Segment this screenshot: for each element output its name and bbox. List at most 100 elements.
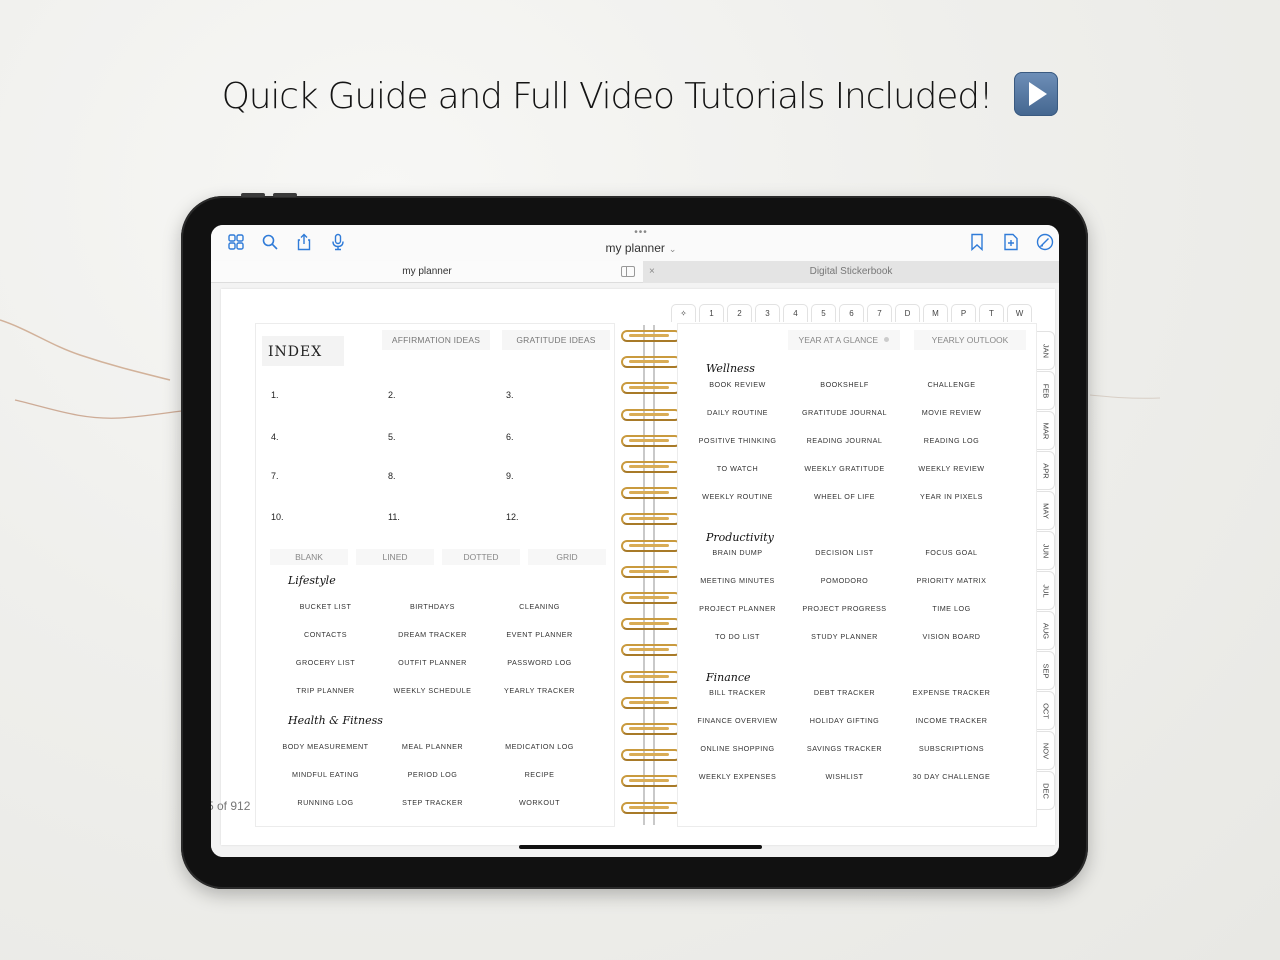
month-tab-may[interactable]: MAY [1037, 491, 1055, 530]
category-link[interactable]: RECIPE [486, 768, 593, 796]
document-title-menu[interactable]: ••• my planner ⌄ [551, 228, 731, 256]
index-entry-number[interactable]: 3. [506, 390, 514, 400]
top-tab[interactable]: 2 [727, 304, 752, 322]
category-link[interactable]: MINDFUL EATING [272, 768, 379, 796]
category-link[interactable]: SUBSCRIPTIONS [898, 742, 1005, 770]
page-type-blank-button[interactable]: BLANK [270, 549, 348, 565]
multitask-grabber[interactable]: ••• [551, 228, 731, 238]
category-link[interactable]: PASSWORD LOG [486, 656, 593, 684]
top-tab[interactable]: ✧ [671, 304, 696, 322]
category-link[interactable]: WEEKLY ROUTINE [684, 490, 791, 518]
month-tab-oct[interactable]: OCT [1037, 691, 1055, 730]
microphone-icon[interactable] [329, 233, 347, 251]
category-link[interactable]: WEEKLY SCHEDULE [379, 684, 486, 712]
tab-digital-stickerbook[interactable]: × Digital Stickerbook [643, 261, 1059, 283]
month-tab-nov[interactable]: NOV [1037, 731, 1055, 770]
pencil-circle-icon[interactable] [1036, 233, 1054, 251]
search-icon[interactable] [261, 233, 279, 251]
category-link[interactable]: ONLINE SHOPPING [684, 742, 791, 770]
index-entry-number[interactable]: 9. [506, 471, 514, 481]
category-link[interactable]: MEDICATION LOG [486, 740, 593, 768]
category-link[interactable]: WEEKLY EXPENSES [684, 770, 791, 798]
category-link[interactable]: PROJECT PLANNER [684, 602, 791, 630]
month-tab-jan[interactable]: JAN [1037, 331, 1055, 370]
category-link[interactable]: TRIP PLANNER [272, 684, 379, 712]
category-link[interactable]: BRAIN DUMP [684, 546, 791, 574]
index-entry-number[interactable]: 4. [271, 432, 279, 442]
category-link[interactable]: RUNNING LOG [272, 796, 379, 824]
index-entry-number[interactable]: 1. [271, 390, 279, 400]
page-type-lined-button[interactable]: LINED [356, 549, 434, 565]
category-link[interactable]: GROCERY LIST [272, 656, 379, 684]
category-link[interactable]: STUDY PLANNER [791, 630, 898, 658]
top-tab[interactable]: T [979, 304, 1004, 322]
month-tab-dec[interactable]: DEC [1037, 771, 1055, 810]
add-page-icon[interactable] [1002, 233, 1020, 251]
category-link[interactable]: PRIORITY MATRIX [898, 574, 1005, 602]
category-link[interactable]: BODY MEASUREMENT [272, 740, 379, 768]
index-entry-number[interactable]: 2. [388, 390, 396, 400]
category-link[interactable]: CHALLENGE [898, 378, 1005, 406]
top-tab[interactable]: 7 [867, 304, 892, 322]
category-link[interactable]: BOOKSHELF [791, 378, 898, 406]
category-link[interactable]: INCOME TRACKER [898, 714, 1005, 742]
month-tab-jul[interactable]: JUL [1037, 571, 1055, 610]
top-tab[interactable]: 5 [811, 304, 836, 322]
month-tab-sep[interactable]: SEP [1037, 651, 1055, 690]
category-link[interactable]: FINANCE OVERVIEW [684, 714, 791, 742]
category-link[interactable]: GRATITUDE JOURNAL [791, 406, 898, 434]
category-link[interactable]: DREAM TRACKER [379, 628, 486, 656]
top-tab[interactable]: 3 [755, 304, 780, 322]
share-icon[interactable] [295, 233, 313, 251]
category-link[interactable]: OUTFIT PLANNER [379, 656, 486, 684]
affirmation-ideas-button[interactable]: AFFIRMATION IDEAS [382, 330, 490, 350]
category-link[interactable]: MEETING MINUTES [684, 574, 791, 602]
category-link[interactable]: POSITIVE THINKING [684, 434, 791, 462]
category-link[interactable]: BILL TRACKER [684, 686, 791, 714]
category-link[interactable]: HOLIDAY GIFTING [791, 714, 898, 742]
page-type-grid-button[interactable]: GRID [528, 549, 606, 565]
tab-my-planner[interactable]: my planner [211, 261, 643, 283]
home-indicator[interactable] [519, 845, 762, 849]
category-link[interactable]: VISION BOARD [898, 630, 1005, 658]
category-link[interactable]: TIME LOG [898, 602, 1005, 630]
category-link[interactable]: WEEKLY REVIEW [898, 462, 1005, 490]
close-tab-icon[interactable]: × [649, 261, 655, 283]
top-tab[interactable]: D [895, 304, 920, 322]
category-link[interactable]: PROJECT PROGRESS [791, 602, 898, 630]
category-link[interactable]: DAILY ROUTINE [684, 406, 791, 434]
gratitude-ideas-button[interactable]: GRATITUDE IDEAS [502, 330, 610, 350]
category-link[interactable]: BUCKET LIST [272, 600, 379, 628]
category-link[interactable]: POMODORO [791, 574, 898, 602]
grid-icon[interactable] [227, 233, 245, 251]
month-tab-jun[interactable]: JUN [1037, 531, 1055, 570]
category-link[interactable]: 30 DAY CHALLENGE [898, 770, 1005, 798]
year-at-a-glance-button[interactable]: YEAR AT A GLANCE [788, 330, 900, 350]
top-tab[interactable]: P [951, 304, 976, 322]
category-link[interactable]: WHEEL OF LIFE [791, 490, 898, 518]
month-tab-apr[interactable]: APR [1037, 451, 1055, 490]
category-link[interactable]: BIRTHDAYS [379, 600, 486, 628]
category-link[interactable]: SAVINGS TRACKER [791, 742, 898, 770]
index-entry-number[interactable]: 8. [388, 471, 396, 481]
category-link[interactable]: READING JOURNAL [791, 434, 898, 462]
category-link[interactable]: DEBT TRACKER [791, 686, 898, 714]
month-tab-mar[interactable]: MAR [1037, 411, 1055, 450]
index-entry-number[interactable]: 11. [388, 512, 400, 522]
category-link[interactable]: TO DO LIST [684, 630, 791, 658]
category-link[interactable]: YEARLY TRACKER [486, 684, 593, 712]
category-link[interactable]: BOOK REVIEW [684, 378, 791, 406]
category-link[interactable]: PERIOD LOG [379, 768, 486, 796]
category-link[interactable]: YEAR IN PIXELS [898, 490, 1005, 518]
category-link[interactable]: EXPENSE TRACKER [898, 686, 1005, 714]
month-tab-feb[interactable]: FEB [1037, 371, 1055, 410]
category-link[interactable]: FOCUS GOAL [898, 546, 1005, 574]
category-link[interactable]: CONTACTS [272, 628, 379, 656]
top-tab[interactable]: W [1007, 304, 1032, 322]
top-tab[interactable]: M [923, 304, 948, 322]
category-link[interactable]: MEAL PLANNER [379, 740, 486, 768]
index-entry-number[interactable]: 10. [271, 512, 284, 522]
top-tab[interactable]: 6 [839, 304, 864, 322]
category-link[interactable]: DECISION LIST [791, 546, 898, 574]
category-link[interactable]: STEP TRACKER [379, 796, 486, 824]
